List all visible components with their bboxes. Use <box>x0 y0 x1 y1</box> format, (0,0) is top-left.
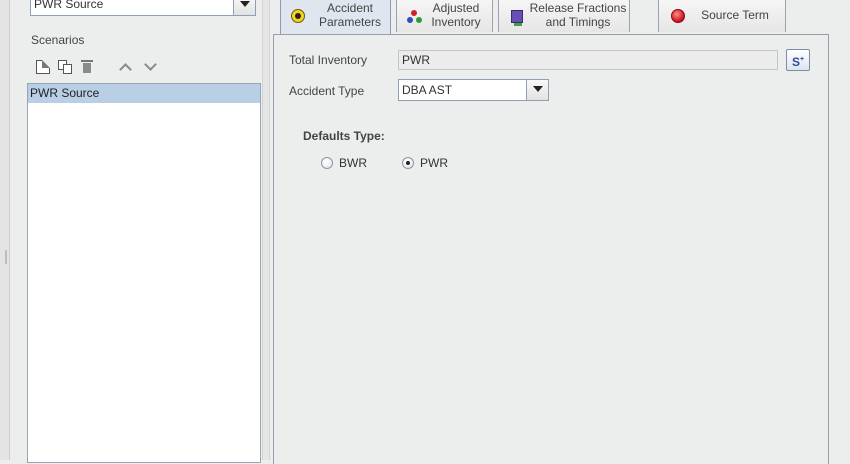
tab-adjusted-inventory[interactable]: Adjusted Inventory <box>396 0 493 32</box>
source-combo[interactable]: PWR Source <box>30 0 256 16</box>
tab-label-line1: Source Term <box>701 8 769 22</box>
tab-label-line1: Release Fractions <box>529 1 627 15</box>
red-circle-icon <box>671 9 685 23</box>
accident-parameters-panel: Total Inventory PWR S+ Accident Type DBA… <box>273 34 829 464</box>
chevron-down-icon[interactable] <box>233 0 255 15</box>
scenarios-toolbar <box>30 56 260 80</box>
tab-release-fractions[interactable]: Release Fractions and Timings <box>498 0 630 32</box>
tab-strip: Accident Parameters Adjusted Inventory R… <box>272 0 850 34</box>
accident-type-select[interactable]: DBA AST <box>398 79 549 101</box>
monitor-icon <box>511 10 523 26</box>
tab-label-line1: Adjusted <box>432 1 480 15</box>
s-button-sup: + <box>799 56 805 63</box>
left-panel: PWR Source Scenarios PWR Source <box>18 0 266 463</box>
delete-icon[interactable] <box>81 60 93 74</box>
defaults-type-label: Defaults Type: <box>303 129 385 143</box>
network-icon <box>407 10 422 23</box>
copy-icon[interactable] <box>58 60 72 74</box>
list-item[interactable]: PWR Source <box>28 84 260 103</box>
radiation-icon <box>291 9 305 23</box>
tab-label-line2: Parameters <box>318 15 382 29</box>
pwr-radio[interactable] <box>402 157 414 169</box>
move-down-icon[interactable] <box>144 60 158 74</box>
accident-type-value: DBA AST <box>402 83 453 97</box>
tab-source-term[interactable]: Source Term <box>658 0 786 32</box>
total-inventory-label: Total Inventory <box>289 53 368 67</box>
bwr-radio-label[interactable]: BWR <box>339 156 367 170</box>
s-button-label: S <box>791 55 800 69</box>
accident-type-label: Accident Type <box>289 84 365 98</box>
window-edge <box>0 0 10 460</box>
bwr-radio[interactable] <box>321 157 333 169</box>
new-icon[interactable] <box>36 60 50 74</box>
move-up-icon[interactable] <box>120 60 134 74</box>
scenarios-label: Scenarios <box>31 33 85 47</box>
tab-label-line2: Inventory <box>431 15 481 29</box>
source-combo-value: PWR Source <box>34 0 104 11</box>
edge-handle <box>5 250 7 264</box>
tab-label-line2: and Timings <box>545 15 611 29</box>
tab-accident-parameters[interactable]: Accident Parameters <box>280 0 391 34</box>
split-pane-divider[interactable] <box>262 0 270 460</box>
select-inventory-button[interactable]: S+ <box>786 49 810 71</box>
scenarios-list[interactable]: PWR Source <box>27 83 261 463</box>
tab-label-line1: Accident <box>326 1 374 15</box>
pwr-radio-label[interactable]: PWR <box>420 156 448 170</box>
chevron-down-icon[interactable] <box>526 80 548 100</box>
total-inventory-field: PWR <box>398 50 778 70</box>
